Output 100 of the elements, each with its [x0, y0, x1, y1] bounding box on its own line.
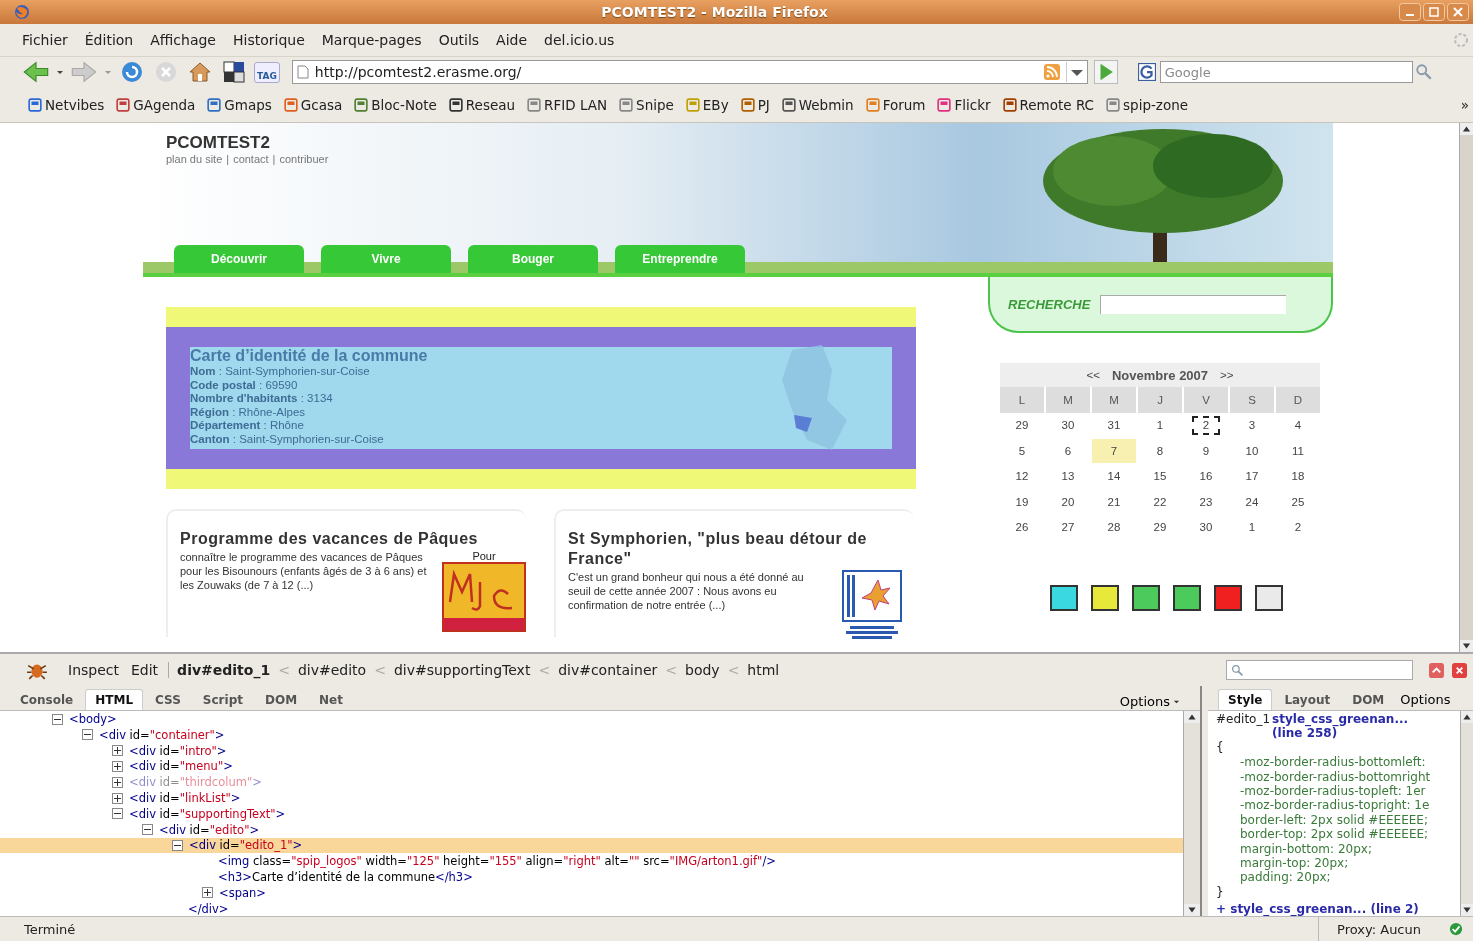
stylesheet-link[interactable]: + style_css_greenan... (line 2): [1216, 901, 1460, 916]
calendar-day[interactable]: 23: [1184, 490, 1228, 514]
next-month-link[interactable]: >>: [1220, 369, 1234, 382]
calendar-day[interactable]: 20: [1046, 490, 1090, 514]
toolbar-button[interactable]: Edit: [129, 662, 161, 679]
html-node[interactable]: </div>: [188, 901, 229, 916]
calendar-day[interactable]: 24: [1230, 490, 1274, 514]
expand-toggle-icon[interactable]: [112, 776, 123, 788]
css-property[interactable]: -moz-border-radius-bottomleft:: [1216, 755, 1460, 770]
close-icon[interactable]: [1452, 662, 1467, 678]
menu-item[interactable]: Aide: [496, 31, 528, 48]
calendar-day[interactable]: 14: [1092, 464, 1136, 489]
html-node[interactable]: <div id="edito_1">: [189, 838, 303, 853]
css-property[interactable]: -moz-border-radius-topright: 1e: [1216, 798, 1460, 813]
calendar-day[interactable]: 9: [1184, 439, 1228, 463]
panel-tab[interactable]: CSS: [145, 689, 191, 711]
html-node[interactable]: <div id="supportingText">: [129, 806, 286, 821]
expand-toggle-icon[interactable]: [52, 713, 63, 725]
side-panel-tab[interactable]: Layout: [1274, 689, 1341, 711]
color-swatch[interactable]: [1132, 585, 1160, 612]
expand-toggle-icon[interactable]: [82, 729, 93, 741]
caret-icon[interactable]: [56, 68, 64, 77]
bookmark-item[interactable]: Remote RC: [1002, 97, 1095, 114]
color-swatch[interactable]: [1255, 585, 1283, 612]
html-node[interactable]: <div id="linkList">: [129, 791, 241, 806]
color-swatch[interactable]: [1091, 585, 1119, 612]
calendar-day[interactable]: 2: [1192, 415, 1220, 436]
bookmark-item[interactable]: EBy: [685, 97, 729, 114]
calendar-day[interactable]: 2: [1276, 515, 1320, 540]
close-icon[interactable]: [1447, 2, 1469, 21]
bookmark-item[interactable]: Flickr: [937, 97, 991, 114]
breadcrumb-item[interactable]: div#edito_1: [177, 662, 271, 679]
site-link[interactable]: plan du site: [166, 153, 223, 166]
side-panel-tab[interactable]: DOM: [1342, 689, 1395, 711]
css-property[interactable]: margin-bottom: 20px;: [1216, 841, 1460, 857]
bookmark-item[interactable]: PJ: [740, 97, 770, 114]
bookmarks-overflow[interactable]: »: [1460, 97, 1469, 114]
calendar-day[interactable]: 17: [1230, 464, 1274, 489]
calendar-day[interactable]: 19: [1000, 490, 1044, 514]
bookmark-item[interactable]: spip-zone: [1106, 97, 1189, 114]
scrollbar[interactable]: [1183, 711, 1200, 917]
menu-item[interactable]: Fichier: [22, 31, 68, 48]
calendar-day[interactable]: 27: [1046, 515, 1090, 540]
color-swatch[interactable]: [1050, 585, 1078, 612]
calendar-day[interactable]: 15: [1138, 464, 1182, 489]
menu-item[interactable]: del.icio.us: [544, 31, 615, 48]
panel-tab[interactable]: Console: [10, 689, 84, 711]
site-link[interactable]: contribuer: [279, 153, 329, 166]
stylesheet-link[interactable]: style_css_greenan... (line 258): [1272, 712, 1443, 741]
side-panel-tab[interactable]: Style: [1218, 689, 1273, 711]
expand-toggle-icon[interactable]: [112, 745, 123, 757]
menu-item[interactable]: Édition: [84, 31, 134, 48]
expand-toggle-icon[interactable]: [202, 887, 213, 899]
calendar-day[interactable]: 7: [1092, 439, 1136, 463]
expand-toggle-icon[interactable]: [142, 824, 153, 836]
panel-tab[interactable]: Net: [309, 689, 353, 711]
calendar-day[interactable]: 8: [1138, 439, 1182, 463]
html-node[interactable]: <div id="container">: [99, 727, 225, 742]
calendar-day[interactable]: 4: [1276, 413, 1320, 438]
expand-toggle-icon[interactable]: [112, 792, 123, 804]
site-link[interactable]: contact: [233, 153, 269, 166]
menu-item[interactable]: Outils: [438, 31, 480, 48]
calendar-day[interactable]: 16: [1184, 464, 1228, 489]
breadcrumb-item[interactable]: body: [685, 662, 720, 679]
bookmark-item[interactable]: Forum: [865, 97, 926, 114]
html-node[interactable]: <div id="menu">: [129, 759, 233, 774]
scrollbar[interactable]: [1459, 123, 1473, 653]
address-field[interactable]: http://pcomtest2.erasme.org/: [291, 60, 1088, 85]
breadcrumb-item[interactable]: div#supportingText: [393, 662, 531, 679]
css-property[interactable]: -moz-border-radius-topleft: 1er: [1216, 784, 1460, 799]
options-button[interactable]: Options: [1113, 693, 1186, 711]
menu-item[interactable]: Historique: [233, 31, 305, 48]
menu-item[interactable]: Affichage: [150, 31, 216, 48]
bookmark-item[interactable]: Netvibes: [28, 97, 105, 114]
html-node[interactable]: <span>: [219, 885, 266, 900]
calendar-day[interactable]: 25: [1276, 490, 1320, 514]
previous-month-link[interactable]: <<: [1086, 369, 1100, 382]
search-field[interactable]: [1100, 294, 1287, 314]
color-swatch[interactable]: [1214, 585, 1242, 612]
breadcrumb-item[interactable]: html: [747, 662, 780, 679]
css-property[interactable]: margin-top: 20px;: [1216, 856, 1460, 871]
calendar-day[interactable]: 22: [1138, 490, 1182, 514]
calendar-day[interactable]: 26: [1000, 515, 1044, 540]
calendar-day[interactable]: 10: [1230, 439, 1274, 463]
calendar-day[interactable]: 5: [1000, 439, 1044, 463]
search-field[interactable]: [1226, 660, 1413, 681]
html-node[interactable]: <body>: [69, 712, 117, 727]
calendar-day[interactable]: 11: [1276, 439, 1320, 463]
css-property[interactable]: border-top: 2px solid #EEEEEE;: [1216, 827, 1460, 842]
search-engine-icon[interactable]: [1137, 63, 1156, 82]
css-property[interactable]: padding: 20px;: [1216, 870, 1460, 885]
bookmark-item[interactable]: GAgenda: [116, 97, 196, 114]
css-property[interactable]: -moz-border-radius-bottomright: [1216, 769, 1460, 784]
calendar-day[interactable]: 1: [1230, 515, 1274, 540]
grid-icon[interactable]: [220, 60, 248, 85]
bookmark-item[interactable]: RFID LAN: [527, 97, 608, 114]
calendar-day[interactable]: 28: [1092, 515, 1136, 540]
expand-toggle-icon[interactable]: [112, 808, 123, 820]
expand-toggle-icon[interactable]: [172, 839, 183, 851]
bookmark-item[interactable]: Gcasa: [283, 97, 343, 114]
